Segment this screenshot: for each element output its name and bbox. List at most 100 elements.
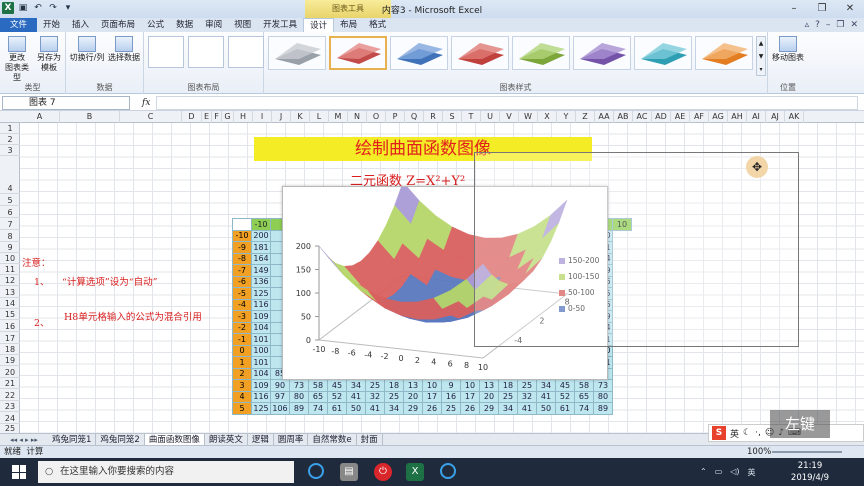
chart-style-1[interactable] [268, 36, 326, 70]
table-cell[interactable]: 20 [403, 390, 423, 403]
column-header[interactable]: A [20, 111, 60, 123]
column-header[interactable]: D [182, 111, 202, 123]
table-cell[interactable]: 18 [384, 379, 404, 392]
table-cell[interactable]: 89 [289, 402, 309, 415]
table-cell[interactable]: 73 [593, 379, 613, 392]
column-header[interactable]: AE [671, 111, 690, 123]
row-header[interactable]: 2 [0, 134, 20, 145]
table-cell[interactable]: 45 [555, 379, 575, 392]
table-y-header[interactable]: -7 [232, 264, 252, 277]
table-cell[interactable]: 61 [555, 402, 575, 415]
table-cell[interactable]: 34 [346, 379, 366, 392]
table-cell[interactable]: 101 [251, 333, 271, 346]
chart-style-7[interactable] [634, 36, 692, 70]
sheet-tab-active[interactable]: 曲面函数图像 [144, 433, 205, 446]
volume-icon[interactable]: ◁) [730, 467, 739, 478]
table-cell[interactable]: 25 [384, 390, 404, 403]
table-cell[interactable]: 149 [251, 264, 271, 277]
table-cell[interactable]: 73 [289, 379, 309, 392]
table-y-header[interactable]: 0 [232, 344, 252, 357]
table-cell[interactable]: 74 [308, 402, 328, 415]
tab-data[interactable]: 数据 [170, 18, 199, 32]
column-header[interactable]: Y [557, 111, 576, 123]
table-y-header[interactable]: 2 [232, 367, 252, 380]
chart-style-8[interactable] [695, 36, 753, 70]
row-header[interactable]: 23 [0, 401, 20, 412]
row-header[interactable]: 4 [0, 183, 20, 194]
table-cell[interactable]: 20 [479, 390, 499, 403]
row-header[interactable]: 14 [0, 298, 20, 309]
row-header[interactable]: 13 [0, 287, 20, 298]
table-cell[interactable]: 90 [270, 379, 290, 392]
table-cell[interactable]: 34 [536, 379, 556, 392]
table-cell[interactable]: 106 [270, 402, 290, 415]
column-header[interactable]: S [443, 111, 462, 123]
row-header[interactable]: 22 [0, 390, 20, 401]
chart-style-4[interactable] [451, 36, 509, 70]
workbook-close-icon[interactable]: ✕ [850, 18, 858, 32]
sogou-icon[interactable]: S [712, 426, 726, 440]
row-header[interactable]: 16 [0, 321, 20, 332]
ime-punct-icon[interactable]: ·, [755, 428, 761, 438]
column-header[interactable]: M [329, 111, 348, 123]
chart-layout-2[interactable] [188, 36, 224, 68]
table-cell[interactable]: 29 [479, 402, 499, 415]
ime-lang[interactable]: 英 [730, 427, 739, 440]
tab-design[interactable]: 设计 [303, 18, 335, 32]
table-cell[interactable]: 13 [479, 379, 499, 392]
tray-up-icon[interactable]: ⌃ [700, 467, 707, 478]
table-cell[interactable]: 89 [593, 402, 613, 415]
network-icon[interactable]: ▭ [715, 467, 723, 478]
sheet-tab[interactable]: 圆周率 [274, 433, 309, 446]
table-cell[interactable]: 80 [593, 390, 613, 403]
column-header[interactable]: N [348, 111, 367, 123]
row-header[interactable]: 15 [0, 309, 20, 320]
row-header[interactable]: 11 [0, 264, 20, 275]
table-cell[interactable]: 26 [460, 402, 480, 415]
column-header[interactable]: AD [652, 111, 671, 123]
tab-developer[interactable]: 开发工具 [257, 18, 303, 32]
table-y-header[interactable]: 3 [232, 379, 252, 392]
table-cell[interactable]: 25 [365, 379, 385, 392]
tab-page-layout[interactable]: 页面布局 [95, 18, 141, 32]
sheet-tab[interactable]: 自然常数e [308, 433, 357, 446]
tab-formulas[interactable]: 公式 [141, 18, 170, 32]
chart-layout-1[interactable] [148, 36, 184, 68]
column-header[interactable]: R [424, 111, 443, 123]
tab-review[interactable]: 审阅 [199, 18, 228, 32]
formula-input[interactable] [156, 96, 858, 110]
column-header[interactable]: E [202, 111, 212, 123]
column-header[interactable]: B [60, 111, 120, 123]
move-chart-button[interactable]: 移动图表 [770, 36, 806, 63]
column-header[interactable]: Q [405, 111, 424, 123]
sheet-tab[interactable]: 逻辑 [248, 433, 274, 446]
table-cell[interactable]: 164 [251, 252, 271, 265]
select-data-button[interactable]: 选择数据 [106, 36, 142, 63]
chart-style-5[interactable] [512, 36, 570, 70]
column-header[interactable]: J [272, 111, 291, 123]
column-header[interactable]: AF [690, 111, 709, 123]
table-cell[interactable]: 16 [441, 390, 461, 403]
table-cell[interactable]: 80 [289, 390, 309, 403]
switch-row-column-button[interactable]: 切换行/列 [68, 36, 106, 63]
column-header[interactable]: G [222, 111, 234, 123]
row-header[interactable]: 20 [0, 367, 20, 378]
column-header[interactable]: O [367, 111, 386, 123]
row-header[interactable]: 19 [0, 355, 20, 366]
excel-taskbar-icon[interactable]: X [406, 463, 424, 481]
table-cell[interactable]: 41 [346, 390, 366, 403]
sheet-tab[interactable]: 鸡兔同笼2 [96, 433, 145, 446]
table-cell[interactable]: 34 [384, 402, 404, 415]
table-cell[interactable]: 25 [441, 402, 461, 415]
row-header[interactable]: 1 [0, 123, 20, 134]
chart-style-2[interactable] [329, 36, 387, 70]
table-y-header[interactable]: -10 [232, 229, 252, 242]
column-header[interactable]: W [519, 111, 538, 123]
table-cell[interactable]: 13 [403, 379, 423, 392]
column-header[interactable]: AH [728, 111, 747, 123]
change-chart-type-button[interactable]: 更改 图表类型 [2, 36, 32, 83]
column-header[interactable]: X [538, 111, 557, 123]
taskbar-clock[interactable]: 21:19 2019/4/9 [780, 460, 840, 484]
table-y-header[interactable]: 1 [232, 356, 252, 369]
table-y-header[interactable]: -5 [232, 287, 252, 300]
